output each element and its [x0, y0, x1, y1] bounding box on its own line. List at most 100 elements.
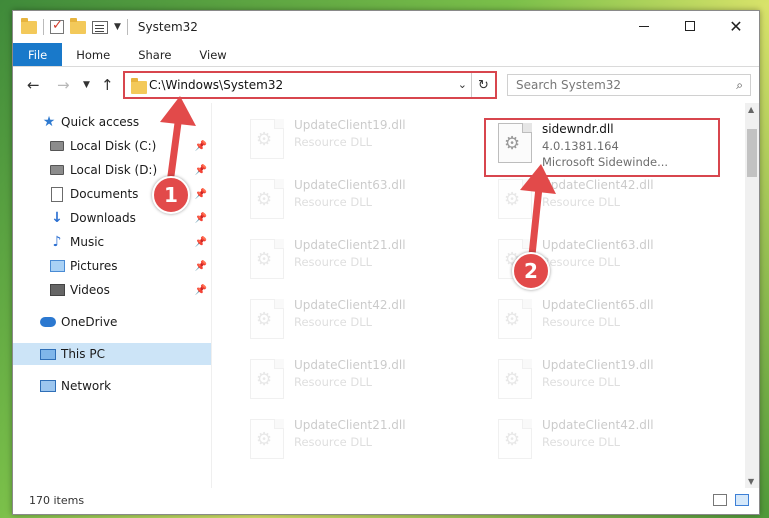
navigation-pane: ★ Quick access Local Disk (C:) 📌 Local D…	[13, 103, 211, 488]
sidebar-item-quick-access[interactable]: ★ Quick access	[13, 111, 211, 133]
item-count: 170 items	[29, 494, 85, 507]
properties-check-icon[interactable]	[50, 18, 64, 34]
sidebar-item-label: OneDrive	[61, 315, 118, 329]
back-arrow-icon[interactable]: ←	[27, 76, 40, 94]
file-type: Resource DLL	[294, 375, 373, 389]
pictures-icon	[49, 258, 65, 274]
file-name: UpdateClient19.dll	[294, 118, 406, 132]
drive-icon	[49, 138, 65, 154]
close-button[interactable]: ✕	[713, 11, 759, 41]
sidebar-item-label: Local Disk (C:)	[70, 139, 157, 153]
scroll-down-icon[interactable]: ▼	[748, 477, 754, 486]
file-type: Resource DLL	[294, 435, 373, 449]
vertical-scrollbar[interactable]: ▲ ▼	[745, 103, 759, 488]
properties-icon[interactable]	[92, 20, 108, 34]
tab-home[interactable]: Home	[62, 43, 124, 66]
new-folder-icon[interactable]	[70, 17, 86, 34]
tiles-view-icon[interactable]	[735, 494, 749, 506]
file-name: UpdateClient63.dll	[542, 238, 654, 252]
pin-icon[interactable]: 📌	[195, 141, 207, 152]
file-tile[interactable]: ⚙ UpdateClient42.dll Resource DLL	[484, 173, 724, 229]
sidebar-item-local-disk-c[interactable]: Local Disk (C:) 📌	[13, 135, 211, 157]
file-tile[interactable]: ⚙ UpdateClient42.dll Resource DLL	[236, 293, 476, 349]
sidebar-item-this-pc[interactable]: This PC	[13, 343, 211, 365]
file-tile[interactable]: ⚙ UpdateClient65.dll Resource DLL	[484, 293, 724, 349]
file-name: UpdateClient19.dll	[294, 358, 406, 372]
window-title: System32	[137, 20, 198, 34]
documents-icon	[49, 186, 65, 202]
file-name: UpdateClient42.dll	[294, 298, 406, 312]
address-bar[interactable]: C:\Windows\System32 ⌄ ↻	[123, 71, 497, 99]
file-type: Resource DLL	[294, 315, 373, 329]
tab-file[interactable]: File	[13, 43, 63, 66]
address-dropdown-icon[interactable]: ⌄	[458, 78, 467, 91]
file-tile[interactable]: ⚙ UpdateClient21.dll Resource DLL	[236, 413, 476, 469]
file-type: Resource DLL	[294, 135, 373, 149]
up-arrow-icon[interactable]: ↑	[101, 76, 114, 94]
refresh-icon[interactable]: ↻	[471, 73, 495, 97]
sidebar-item-videos[interactable]: Videos 📌	[13, 279, 211, 301]
file-name: UpdateClient19.dll	[542, 358, 654, 372]
gear-icon: ⚙	[256, 129, 273, 150]
scrollbar-thumb[interactable]	[747, 129, 757, 177]
pin-icon[interactable]: 📌	[195, 189, 207, 200]
sidebar-item-local-disk-d[interactable]: Local Disk (D:) 📌	[13, 159, 211, 181]
sidebar-item-label: Pictures	[70, 259, 118, 273]
file-type: Resource DLL	[542, 375, 621, 389]
sidebar-item-onedrive[interactable]: OneDrive	[13, 311, 211, 333]
gear-icon: ⚙	[504, 189, 521, 210]
music-icon: ♪	[52, 234, 62, 250]
sidebar-item-music[interactable]: ♪ Music 📌	[13, 231, 211, 253]
gear-icon: ⚙	[256, 369, 273, 390]
file-type: Resource DLL	[294, 255, 373, 269]
file-type: Resource DLL	[542, 315, 621, 329]
tab-view[interactable]: View	[185, 43, 240, 66]
pin-icon[interactable]: 📌	[195, 261, 207, 272]
sidebar-item-pictures[interactable]: Pictures 📌	[13, 255, 211, 277]
this-pc-icon	[40, 346, 56, 362]
file-tile[interactable]: ⚙ UpdateClient21.dll Resource DLL	[236, 233, 476, 289]
search-placeholder: Search System32	[516, 78, 622, 92]
address-path[interactable]: C:\Windows\System32	[149, 78, 283, 92]
forward-arrow-icon[interactable]: →	[57, 76, 70, 94]
file-name: UpdateClient63.dll	[294, 178, 406, 192]
star-icon: ★	[42, 114, 56, 130]
file-tile[interactable]: ⚙ UpdateClient19.dll Resource DLL	[236, 353, 476, 409]
sidebar-item-label: Music	[70, 235, 105, 249]
title-bar: ▼ System32 ✕	[13, 11, 759, 43]
file-name: UpdateClient42.dll	[542, 418, 654, 432]
search-input[interactable]: Search System32 ⌕	[507, 74, 751, 96]
gear-icon: ⚙	[256, 189, 273, 210]
toolbar-divider	[43, 19, 44, 35]
sidebar-item-network[interactable]: Network	[13, 375, 211, 397]
tab-share[interactable]: Share	[124, 43, 185, 66]
file-tile[interactable]: ⚙ UpdateClient19.dll Resource DLL	[484, 353, 724, 409]
quick-access-toolbar: ▼	[13, 17, 128, 35]
scroll-up-icon[interactable]: ▲	[748, 105, 754, 114]
network-icon	[40, 378, 56, 394]
file-name: UpdateClient65.dll	[542, 298, 654, 312]
pin-icon[interactable]: 📌	[195, 213, 207, 224]
minimize-icon	[639, 25, 649, 27]
sidebar-item-label: Documents	[70, 187, 139, 201]
file-type: Resource DLL	[542, 255, 621, 269]
maximize-button[interactable]	[667, 11, 713, 41]
file-tile[interactable]: ⚙ UpdateClient63.dll Resource DLL	[236, 173, 476, 229]
search-icon[interactable]: ⌕	[736, 78, 743, 93]
recent-locations-chevron-icon[interactable]: ▼	[83, 80, 90, 90]
file-tile[interactable]: ⚙ UpdateClient19.dll Resource DLL	[236, 113, 476, 169]
details-view-icon[interactable]	[713, 494, 727, 506]
onedrive-icon	[40, 314, 56, 330]
file-tile[interactable]: ⚙ UpdateClient42.dll Resource DLL	[484, 413, 724, 469]
gear-icon: ⚙	[504, 309, 521, 330]
toolbar-divider	[126, 19, 128, 35]
pin-icon[interactable]: 📌	[195, 165, 207, 176]
status-bar: 170 items	[13, 488, 759, 514]
customize-toolbar-dropdown-icon[interactable]: ▼	[114, 22, 121, 32]
sidebar-item-label: Network	[61, 379, 112, 393]
ribbon-tabs: File Home Share View	[13, 43, 759, 67]
minimize-button[interactable]	[621, 11, 667, 41]
pin-icon[interactable]: 📌	[195, 285, 207, 296]
videos-icon	[49, 282, 65, 298]
pin-icon[interactable]: 📌	[195, 237, 207, 248]
